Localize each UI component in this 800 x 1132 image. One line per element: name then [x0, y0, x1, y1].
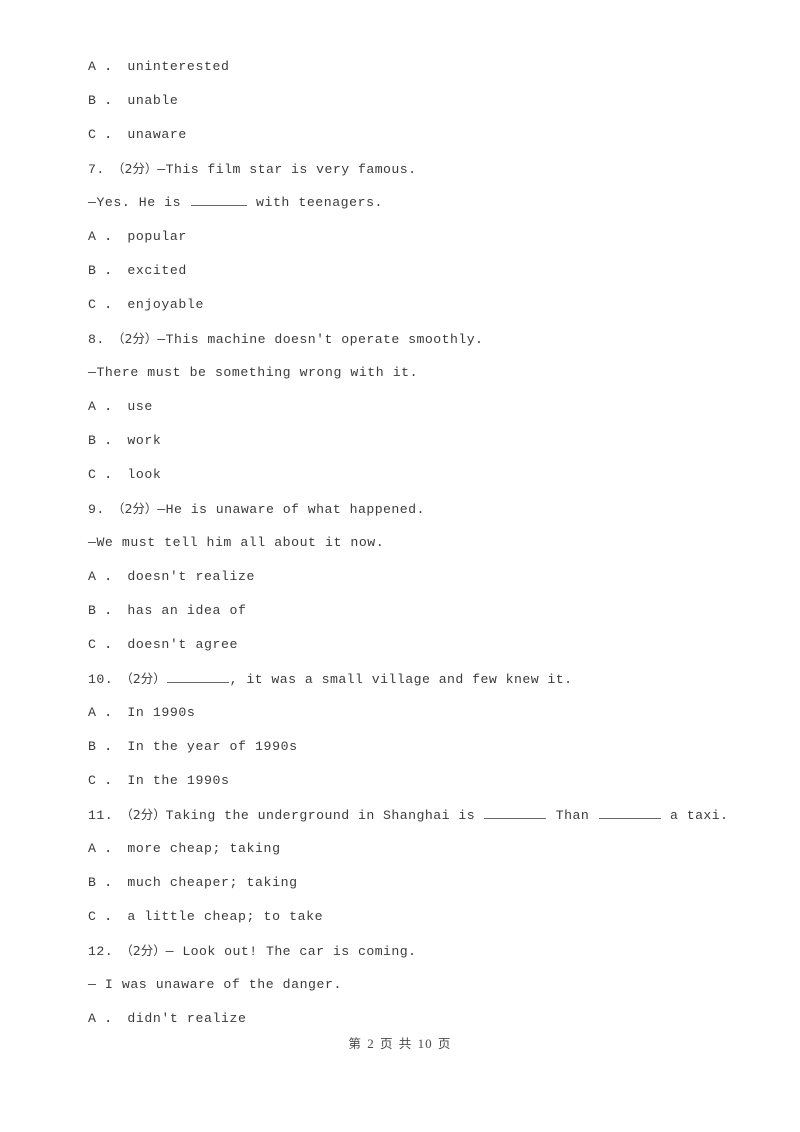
question-stem-continuation: — I was unaware of the danger. [88, 968, 728, 1002]
option-item: C ． unaware [88, 127, 187, 142]
question-stem: 10. （2分） , it was a small village and few… [88, 662, 728, 696]
answer-blank-1[interactable] [484, 806, 547, 819]
question-number: 10. [88, 672, 114, 687]
footer-middle: 页 共 [379, 1036, 413, 1051]
option-item: C ． a little cheap; to take [88, 909, 324, 924]
question-number: 7. [88, 162, 105, 177]
question-stem-continuation: —Yes. He is with teenagers. [88, 186, 728, 220]
option-item: B ． In the year of 1990s [88, 739, 298, 754]
question-text: —This machine doesn't operate smoothly. [157, 332, 484, 347]
stem-text-after-blank: with teenagers. [247, 195, 383, 210]
question-text-part2: Than [547, 808, 598, 823]
question-text: — Look out! The car is coming. [165, 944, 417, 959]
question-text: , it was a small village and few knew it… [229, 672, 573, 687]
option-item: C ． look [88, 467, 162, 482]
question-score: （2分） [118, 331, 158, 346]
stem-text-before-blank: —Yes. He is [88, 195, 190, 210]
question-text-part1: Taking the underground in Shanghai is [165, 808, 484, 823]
question-score: （2分） [118, 501, 158, 516]
question-stem-continuation: —We must tell him all about it now. [88, 526, 728, 560]
answer-blank[interactable] [190, 193, 247, 206]
stem-text: — I was unaware of the danger. [88, 977, 342, 992]
page-footer: 第 2 页 共 10 页 [0, 1033, 800, 1052]
option-item: B ． much cheaper; taking [88, 875, 298, 890]
document-page: A ． uninterested B ． unable C ． unaware … [0, 0, 800, 1132]
footer-total-pages: 10 [417, 1036, 433, 1051]
question-score: （2分） [126, 671, 166, 686]
question-score: （2分） [118, 161, 158, 176]
option-item: B ． work [88, 433, 162, 448]
question-text: —This film star is very famous. [157, 162, 417, 177]
question-stem: 8. （2分）—This machine doesn't operate smo… [88, 322, 728, 356]
option-item: C ． enjoyable [88, 297, 204, 312]
footer-prefix: 第 [348, 1036, 363, 1051]
question-stem: 9. （2分）—He is unaware of what happened. [88, 492, 728, 526]
option-item: A ． In 1990s [88, 705, 196, 720]
question-number: 11. [88, 808, 114, 823]
stem-text: —There must be something wrong with it. [88, 365, 419, 380]
question-text: —He is unaware of what happened. [157, 502, 425, 517]
option-item: B ． unable [88, 93, 179, 108]
option-item: A ． uninterested [88, 59, 230, 74]
question-stem: 12. （2分）— Look out! The car is coming. [88, 934, 728, 968]
option-item: A ． use [88, 399, 153, 414]
question-stem: 11. （2分）Taking the underground in Shangh… [88, 798, 728, 832]
question-stem: 7. （2分）—This film star is very famous. [88, 152, 728, 186]
option-item: C ． doesn't agree [88, 637, 239, 652]
option-item: A ． popular [88, 229, 187, 244]
answer-blank-2[interactable] [598, 806, 661, 819]
question-score: （2分） [126, 807, 166, 822]
option-item: C ． In the 1990s [88, 773, 230, 788]
question-number: 9. [88, 502, 105, 517]
question-number: 12. [88, 944, 114, 959]
answer-blank[interactable] [166, 670, 229, 683]
option-item: B ． excited [88, 263, 187, 278]
question-text-part3: a taxi. [661, 808, 729, 823]
option-item: A ． didn't realize [88, 1011, 247, 1026]
footer-suffix: 页 [437, 1036, 452, 1051]
question-number: 8. [88, 332, 105, 347]
footer-current-page: 2 [367, 1036, 375, 1051]
stem-text: —We must tell him all about it now. [88, 535, 385, 550]
question-stem-continuation: —There must be something wrong with it. [88, 356, 728, 390]
exam-question-list: A ． uninterested B ． unable C ． unaware … [88, 50, 728, 1036]
option-item: A ． doesn't realize [88, 569, 256, 584]
option-item: B ． has an idea of [88, 603, 247, 618]
option-item: A ． more cheap; taking [88, 841, 281, 856]
question-score: （2分） [126, 943, 166, 958]
